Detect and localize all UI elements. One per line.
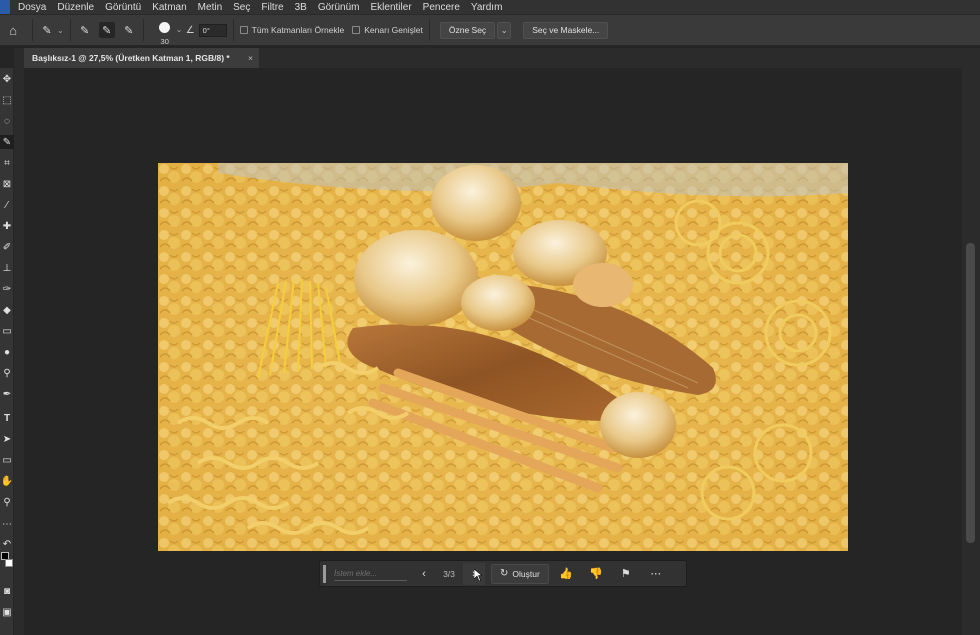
pen-tool-icon[interactable]: ✒	[0, 387, 14, 401]
angle-icon: ∠	[185, 24, 195, 36]
thumbs-up-icon[interactable]: 👍	[555, 563, 577, 585]
clone-stamp-tool-icon[interactable]: ⊥	[0, 261, 14, 275]
gradient-tool-icon[interactable]: ▭	[0, 324, 14, 338]
tools-panel: ✥ ⬚ ◌ ✎ ⌗ ⊠ ⁄ ✚ ✐ ⊥ ✑ ◆ ▭ ● ⚲ ✒ T ➤ ▭ ✋ …	[0, 68, 14, 635]
menu-goruntu[interactable]: Görüntü	[105, 2, 141, 13]
quick-selection-brush-icon: ✎	[42, 24, 52, 37]
eraser-tool-icon[interactable]: ◆	[0, 303, 14, 317]
select-subject-dropdown[interactable]: ⌄	[497, 21, 512, 39]
checkbox-icon	[239, 26, 248, 34]
variation-counter: 3/3	[443, 568, 455, 579]
options-bar: ⌂ ✎ ⌄ ✎ ✎ ✎ 30 ⌄ ∠ 0° Tüm Katmanları Örn…	[0, 14, 980, 46]
menu-filtre[interactable]: Filtre	[261, 2, 283, 13]
more-options-icon[interactable]: ⋯	[645, 563, 667, 585]
path-selection-tool-icon[interactable]: ➤	[0, 432, 14, 446]
crop-tool-icon[interactable]: ⌗	[0, 156, 14, 170]
swap-colors-icon[interactable]: ↶	[0, 537, 14, 551]
menu-gorunum[interactable]: Görünüm	[318, 2, 360, 13]
document-tab[interactable]: Başlıksız-1 @ 27,5% (Üretken Katman 1, R…	[24, 48, 259, 68]
thumbs-down-icon[interactable]: 👎	[585, 563, 607, 585]
rectangle-tool-icon[interactable]: ▭	[0, 453, 14, 467]
home-button[interactable]: ⌂	[0, 15, 26, 45]
hand-tool-icon[interactable]: ✋	[0, 474, 14, 488]
brush-tip-icon	[159, 21, 171, 33]
new-selection-brush-icon[interactable]: ✎	[77, 22, 93, 38]
menu-duzenle[interactable]: Düzenle	[57, 2, 94, 13]
menu-pencere[interactable]: Pencere	[423, 2, 460, 13]
quick-mask-icon[interactable]: ◙	[0, 584, 14, 598]
photoshop-logo-icon[interactable]	[0, 0, 10, 14]
menu-bar: Dosya Düzenle Görüntü Katman Metin Seç F…	[0, 0, 980, 14]
prompt-input[interactable]: İstem ekle...	[323, 564, 407, 583]
select-subject-button[interactable]: Özne Seç	[439, 21, 496, 39]
generate-button[interactable]: ↻ Oluştur	[491, 563, 549, 584]
zoom-tool-icon[interactable]: ⚲	[0, 495, 14, 509]
history-brush-tool-icon[interactable]: ✑	[0, 282, 14, 296]
enhance-edge-checkbox[interactable]: Kenarı Genişlet	[352, 15, 423, 45]
enhance-edge-label: Kenarı Genişlet	[364, 25, 423, 35]
menu-dosya[interactable]: Dosya	[18, 2, 46, 13]
close-icon[interactable]: ×	[248, 48, 253, 68]
menu-sec[interactable]: Seç	[233, 2, 250, 13]
background-color-swatch[interactable]	[5, 559, 13, 567]
divider	[32, 19, 33, 41]
vertical-scrollbar[interactable]	[962, 68, 980, 635]
canvas-image[interactable]	[158, 163, 848, 551]
add-selection-brush-icon[interactable]: ✎	[98, 22, 115, 38]
document-tab-title: Başlıksız-1 @ 27,5% (Üretken Katman 1, R…	[32, 53, 230, 63]
angle-field[interactable]: 0°	[198, 23, 227, 37]
checkbox-icon	[352, 26, 361, 34]
brush-tool-icon[interactable]: ✐	[0, 240, 14, 254]
frame-tool-icon[interactable]: ⊠	[0, 177, 14, 191]
contextual-task-bar: İstem ekle... ‹ 3/3 › ↻ Oluştur 👍 👎 ⚑ ⋯	[319, 560, 687, 587]
generate-label: Oluştur	[512, 568, 540, 579]
move-tool-icon[interactable]: ✥	[0, 72, 14, 86]
screen-mode-icon[interactable]: ▣	[0, 605, 14, 619]
panel-gutter	[14, 48, 24, 635]
flag-icon[interactable]: ⚑	[615, 563, 637, 585]
menu-katman[interactable]: Katman	[152, 2, 186, 13]
marquee-tool-icon[interactable]: ⬚	[0, 93, 14, 107]
sample-all-layers-checkbox[interactable]: Tüm Katmanları Örnekle	[239, 15, 345, 45]
document-tab-bar: Başlıksız-1 @ 27,5% (Üretken Katman 1, R…	[24, 48, 980, 68]
refresh-icon: ↻	[500, 568, 509, 579]
tool-preset-picker[interactable]: ✎ ⌄	[39, 15, 64, 45]
healing-brush-tool-icon[interactable]: ✚	[0, 219, 14, 233]
previous-variation-button[interactable]: ‹	[413, 563, 435, 585]
pasta-bread-photo	[158, 163, 848, 551]
divider	[232, 19, 234, 41]
menu-metin[interactable]: Metin	[198, 2, 222, 13]
chevron-down-icon: ⌄	[175, 25, 183, 34]
chevron-down-icon: ⌄	[57, 25, 64, 35]
quick-selection-tool-icon[interactable]: ✎	[0, 135, 14, 149]
divider	[69, 19, 71, 41]
mouse-cursor-icon	[474, 569, 482, 581]
divider	[142, 19, 144, 41]
scrollbar-thumb[interactable]	[966, 243, 975, 543]
blur-tool-icon[interactable]: ●	[0, 345, 14, 359]
menu-eklentiler[interactable]: Eklentiler	[371, 2, 412, 13]
menu-yardim[interactable]: Yardım	[471, 2, 503, 13]
more-tools-icon[interactable]: ⋯	[0, 517, 14, 531]
type-tool-icon[interactable]: T	[0, 411, 14, 425]
divider	[428, 19, 430, 41]
menu-3b[interactable]: 3B	[295, 2, 307, 13]
lasso-tool-icon[interactable]: ◌	[0, 114, 14, 128]
home-icon: ⌂	[9, 22, 17, 38]
brush-size-value: 30	[160, 37, 169, 46]
sample-all-layers-label: Tüm Katmanları Örnekle	[251, 25, 345, 35]
select-and-mask-button[interactable]: Seç ve Maskele...	[523, 21, 609, 39]
eyedropper-tool-icon[interactable]: ⁄	[0, 198, 14, 212]
subtract-selection-brush-icon[interactable]: ✎	[121, 22, 137, 38]
dodge-tool-icon[interactable]: ⚲	[0, 366, 14, 380]
brush-size-picker[interactable]: 30 ⌄	[150, 15, 183, 46]
